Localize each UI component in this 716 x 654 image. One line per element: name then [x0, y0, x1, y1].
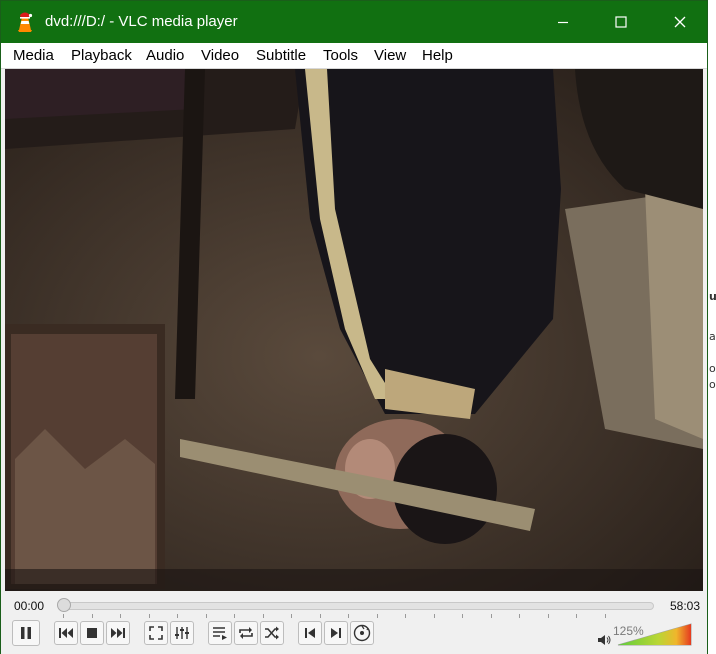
video-frame-image	[5, 69, 703, 591]
close-button[interactable]	[657, 1, 703, 43]
chapter-tick	[519, 614, 520, 618]
chapter-tick	[604, 614, 606, 618]
loop-button[interactable]	[234, 621, 258, 645]
fullscreen-icon	[149, 626, 163, 640]
video-display[interactable]	[5, 69, 703, 591]
previous-chapter-icon	[59, 628, 73, 638]
chapter-tick	[262, 614, 264, 618]
chapter-tick	[547, 614, 549, 618]
chapter-tick	[148, 614, 150, 618]
minimize-icon	[558, 21, 568, 24]
extended-settings-icon	[175, 627, 189, 639]
close-icon	[674, 16, 686, 28]
vlc-window: dvd:///D:/ - VLC media player Media Play…	[0, 0, 708, 654]
stop-button[interactable]	[80, 621, 104, 645]
background-text: a	[709, 330, 716, 343]
previous-frame-icon	[305, 628, 315, 638]
dvd-menu-button[interactable]	[350, 621, 374, 645]
seek-handle[interactable]	[57, 598, 71, 612]
chapter-tick	[490, 614, 492, 618]
shuffle-button[interactable]	[260, 621, 284, 645]
stop-icon	[87, 628, 97, 638]
chapter-tick	[120, 614, 121, 618]
maximize-icon	[615, 16, 627, 28]
menu-tools[interactable]: Tools	[323, 47, 358, 64]
control-panel: 00:00 58:03 125%	[1, 591, 707, 654]
menu-media[interactable]: Media	[13, 47, 54, 64]
background-text: o	[709, 362, 716, 375]
chapter-tick	[576, 614, 577, 618]
elapsed-time: 00:00	[14, 599, 45, 613]
chapter-tick	[63, 614, 64, 618]
chapter-tick	[433, 614, 435, 618]
pause-icon	[21, 627, 31, 639]
next-chapter-button[interactable]	[106, 621, 130, 645]
pause-button[interactable]	[12, 620, 40, 646]
menu-help[interactable]: Help	[422, 47, 453, 64]
dvd-menu-icon	[353, 624, 371, 642]
previous-frame-button[interactable]	[298, 621, 322, 645]
chapter-tick	[177, 614, 178, 618]
background-text: u	[709, 290, 716, 303]
chapter-tick	[319, 614, 321, 618]
vlc-cone-icon	[18, 12, 33, 32]
playlist-button[interactable]	[208, 621, 232, 645]
previous-chapter-button[interactable]	[54, 621, 78, 645]
loop-icon	[239, 627, 253, 639]
chapter-tick	[376, 614, 378, 618]
chapter-tick	[462, 614, 463, 618]
shuffle-icon	[265, 626, 279, 640]
chapter-tick	[291, 614, 292, 618]
chapter-tick	[205, 614, 207, 618]
menu-view[interactable]: View	[374, 47, 406, 64]
menu-bar: Media Playback Audio Video Subtitle Tool…	[1, 43, 707, 69]
chapter-tick	[405, 614, 406, 618]
next-chapter-icon	[111, 628, 125, 638]
menu-subtitle[interactable]: Subtitle	[256, 47, 306, 64]
fullscreen-button[interactable]	[144, 621, 168, 645]
chapter-tick	[348, 614, 349, 618]
menu-video[interactable]: Video	[201, 47, 239, 64]
maximize-button[interactable]	[598, 1, 644, 43]
minimize-button[interactable]	[540, 1, 586, 43]
window-title: dvd:///D:/ - VLC media player	[45, 13, 238, 30]
title-bar[interactable]: dvd:///D:/ - VLC media player	[1, 1, 707, 43]
seek-bar[interactable]	[61, 602, 654, 610]
chapter-tick	[91, 614, 93, 618]
background-text: o	[709, 378, 716, 391]
chapter-tick	[234, 614, 235, 618]
menu-playback[interactable]: Playback	[71, 47, 132, 64]
playlist-icon	[213, 627, 227, 640]
speaker-icon[interactable]	[597, 634, 611, 646]
extended-settings-button[interactable]	[170, 621, 194, 645]
volume-slider[interactable]	[617, 623, 693, 647]
menu-audio[interactable]: Audio	[146, 47, 184, 64]
next-frame-icon	[331, 628, 341, 638]
total-time[interactable]: 58:03	[670, 599, 700, 613]
next-frame-button[interactable]	[324, 621, 348, 645]
